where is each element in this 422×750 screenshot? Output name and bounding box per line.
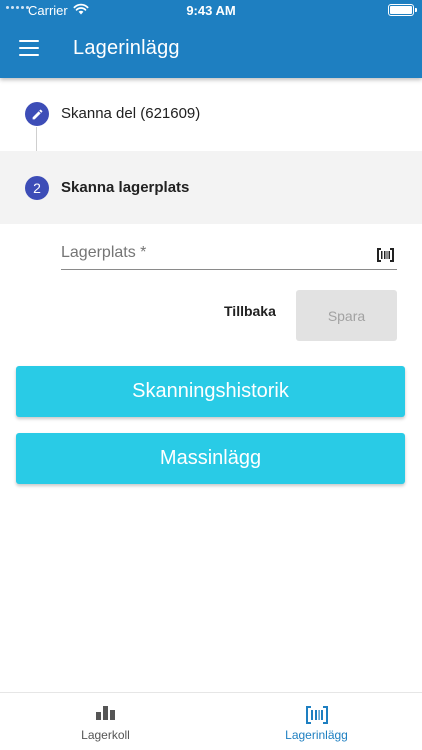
menu-button[interactable] xyxy=(19,40,39,56)
step-label: Skanna del (621609) xyxy=(61,105,201,122)
pencil-icon xyxy=(25,102,49,126)
tab-label: Lagerinlägg xyxy=(285,728,348,742)
location-input[interactable] xyxy=(61,240,361,262)
save-button[interactable]: Spara xyxy=(296,290,397,341)
barcode-icon xyxy=(305,706,328,724)
scan-history-button[interactable]: Skanningshistorik xyxy=(16,366,405,417)
app-header: Carrier 9:43 AM Lagerinlägg xyxy=(0,0,422,78)
hamburger-icon xyxy=(19,40,39,43)
step-scan-part: Skanna del (621609) xyxy=(0,88,422,140)
step-label: Skanna lagerplats xyxy=(61,179,190,196)
status-bar: Carrier 9:43 AM xyxy=(0,0,422,22)
location-field[interactable] xyxy=(61,240,397,270)
clock: 9:43 AM xyxy=(186,3,236,18)
battery-icon xyxy=(388,4,417,16)
back-button[interactable]: Tillbaka xyxy=(224,303,276,319)
step-scan-location: 2 Skanna lagerplats xyxy=(0,151,422,224)
mass-entry-button[interactable]: Massinlägg xyxy=(16,433,405,484)
tab-bar: Lagerkoll Lagerinlägg xyxy=(0,692,422,750)
bar-chart-icon xyxy=(95,706,115,720)
tab-lagerkoll[interactable]: Lagerkoll xyxy=(0,693,211,750)
step-number: 2 xyxy=(25,176,49,200)
tab-label: Lagerkoll xyxy=(81,728,130,742)
page-title: Lagerinlägg xyxy=(73,37,180,59)
tab-lagerinlagg[interactable]: Lagerinlägg xyxy=(211,693,422,750)
barcode-scan-icon[interactable] xyxy=(377,248,394,262)
